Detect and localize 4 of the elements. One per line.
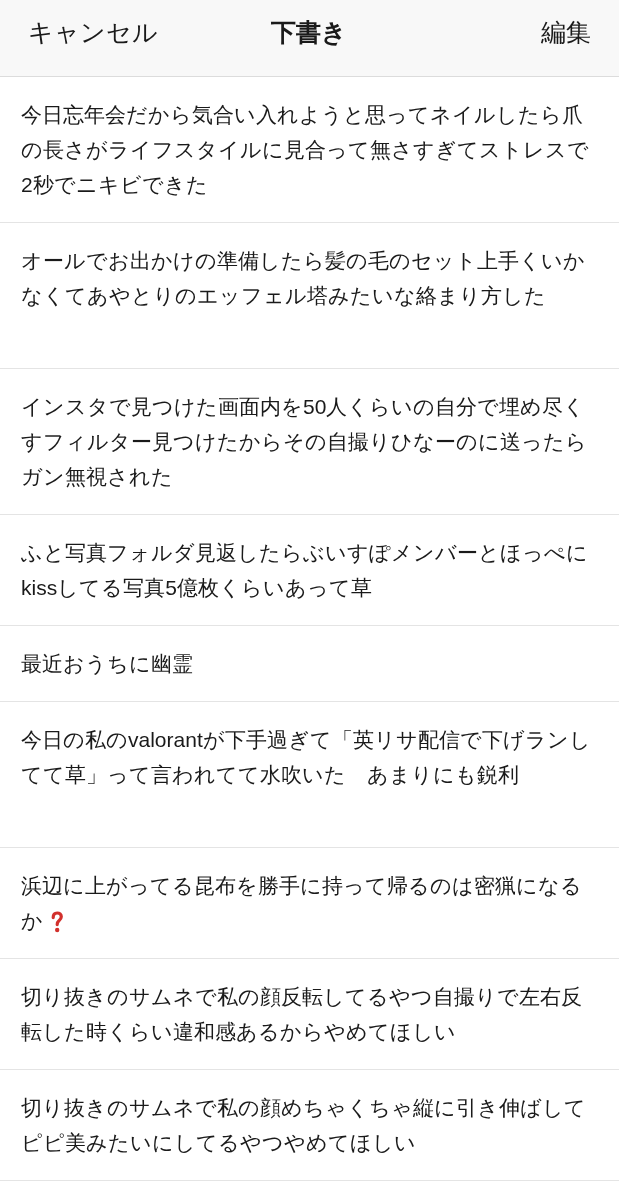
- cancel-button[interactable]: キャンセル: [28, 17, 158, 47]
- edit-button[interactable]: 編集: [541, 17, 591, 47]
- question-mark-icon: [51, 911, 63, 934]
- header-title: 下書き: [271, 17, 348, 47]
